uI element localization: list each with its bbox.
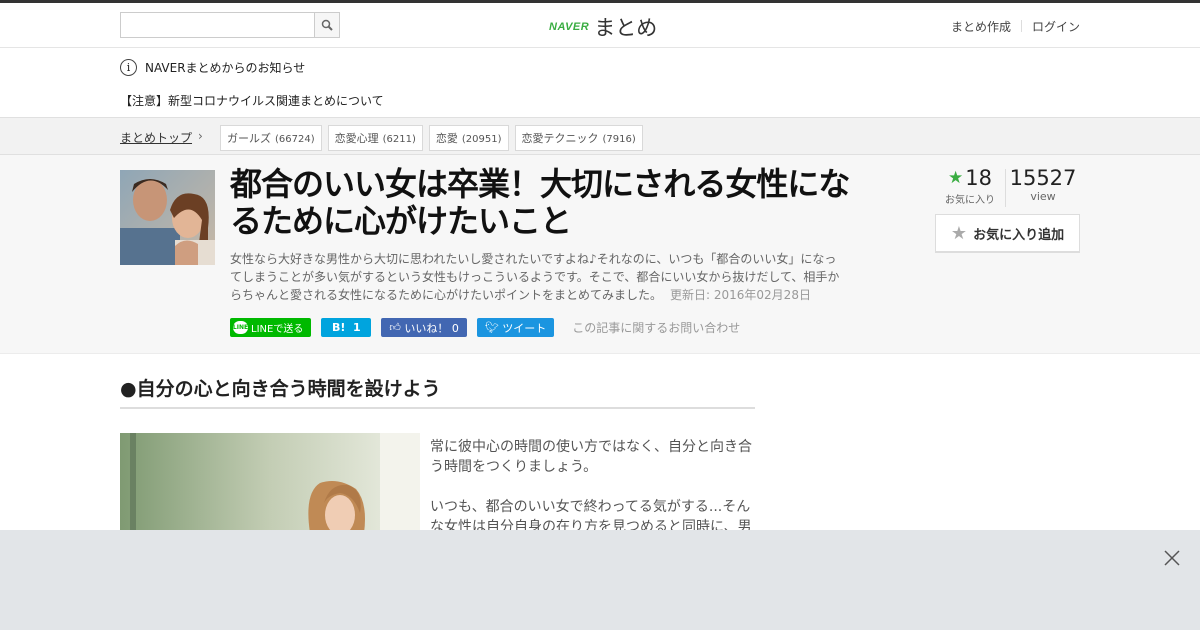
hatena-bookmark-button[interactable]: B! 1 (321, 318, 372, 337)
body-paragraph: 常に彼中心の時間の使い方ではなく、自分と向き合う時間をつくりましょう。 (430, 439, 752, 475)
tag-label: 恋愛 (435, 132, 458, 145)
search-icon (321, 19, 333, 31)
tag-item[interactable]: ガールズ (66724) (220, 125, 322, 151)
info-icon: i (120, 59, 137, 76)
tag-item[interactable]: 恋愛テクニック (7916) (514, 125, 643, 151)
favorite-label: お気に入り (945, 195, 995, 206)
tag-count: (6211) (382, 134, 416, 145)
create-matome-link[interactable]: まとめ作成 (951, 18, 1011, 35)
section-heading: ●自分の心と向き合う時間を設けよう (120, 374, 755, 409)
share-bar: LINE LINEで送る B! 1 👍︎ いいね！ 0 🐦︎ ツイート この記事に… (230, 318, 740, 337)
tag-label: 恋愛テクニック (521, 132, 599, 145)
tag-label: 恋愛心理 (334, 132, 379, 145)
article-thumbnail (120, 170, 215, 265)
article-description: 女性なら大好きな男性から大切に思われたいし愛されたいですよね♪それなのに、いつも… (230, 250, 845, 304)
tag-count: (66724) (275, 134, 315, 145)
facebook-like-label: いいね！ 0 (404, 321, 459, 335)
favorite-stat: ★ 18 お気に入り (935, 166, 1005, 207)
breadcrumb-top-link[interactable]: まとめトップ (120, 129, 192, 146)
view-label: view (1030, 190, 1056, 203)
article-title: 都合のいい女は卒業！大切にされる女性になるために心がけたいこと (230, 165, 850, 240)
notice-area: i NAVERまとめからのお知らせ 【注意】新型コロナウイルス関連まとめについて (0, 48, 1200, 118)
view-stat: 15527 view (1006, 166, 1080, 207)
twitter-bird-icon: 🐦︎ (484, 321, 499, 334)
thumbs-up-icon: 👍︎ (389, 321, 401, 334)
star-icon: ★ (950, 222, 968, 244)
site-logo[interactable]: NAVER まとめ (549, 12, 657, 42)
tag-label: ガールズ (227, 132, 271, 145)
add-favorite-label: お気に入り追加 (973, 227, 1065, 243)
breadcrumb: まとめトップ › ガールズ (66724) 恋愛心理 (6211) 恋愛 (20951… (0, 118, 1200, 155)
notice-heading: i NAVERまとめからのお知らせ (120, 59, 305, 76)
logo-matome: まとめ (594, 16, 658, 40)
tweet-button[interactable]: 🐦︎ ツイート (476, 318, 555, 337)
tag-count: (7916) (602, 134, 636, 145)
tweet-label: ツイート (502, 321, 547, 335)
inquiry-link[interactable]: この記事に関するお問い合わせ (572, 319, 740, 336)
hatena-icon: B! (331, 321, 346, 334)
search-input[interactable] (121, 13, 314, 37)
header-nav: まとめ作成 ログイン (951, 18, 1080, 35)
tag-count: (20951) (461, 134, 502, 145)
tag-item[interactable]: 恋愛 (20951) (428, 125, 509, 151)
search-box (120, 12, 340, 38)
close-icon[interactable] (1162, 548, 1182, 568)
star-icon: ★ (948, 168, 964, 188)
line-share-button[interactable]: LINE LINEで送る (230, 318, 312, 337)
chevron-right-icon: › (198, 129, 203, 143)
nav-divider (1020, 20, 1022, 32)
site-header: NAVER まとめ まとめ作成 ログイン (0, 3, 1200, 48)
tag-item[interactable]: 恋愛心理 (6211) (327, 125, 423, 151)
ad-overlay (0, 530, 1200, 630)
article-header: 都合のいい女は卒業！大切にされる女性になるために心がけたいこと 女性なら大好きな… (0, 155, 1200, 354)
facebook-like-button[interactable]: 👍︎ いいね！ 0 (381, 318, 467, 337)
tag-list: ガールズ (66724) 恋愛心理 (6211) 恋愛 (20951) 恋愛テクニック… (220, 125, 649, 151)
logo-naver: NAVER (549, 21, 590, 33)
login-link[interactable]: ログイン (1032, 18, 1080, 35)
content-photo (120, 433, 420, 533)
notice-item-link[interactable]: 【注意】新型コロナウイルス関連まとめについて (120, 92, 384, 109)
search-button[interactable] (314, 13, 339, 37)
view-count: 15527 (1009, 166, 1077, 190)
notice-heading-text: NAVERまとめからのお知らせ (145, 61, 306, 75)
favorite-count: 18 (965, 166, 992, 190)
add-favorite-button[interactable]: ★ お気に入り追加 (935, 214, 1080, 253)
line-share-label: LINEで送る (251, 324, 304, 335)
hatena-count: 1 (353, 321, 361, 334)
updated-date: 更新日: 2016年02月28日 (670, 288, 811, 302)
line-icon: LINE (233, 321, 248, 334)
article-stats: ★ 18 お気に入り 15527 view (935, 166, 1080, 207)
